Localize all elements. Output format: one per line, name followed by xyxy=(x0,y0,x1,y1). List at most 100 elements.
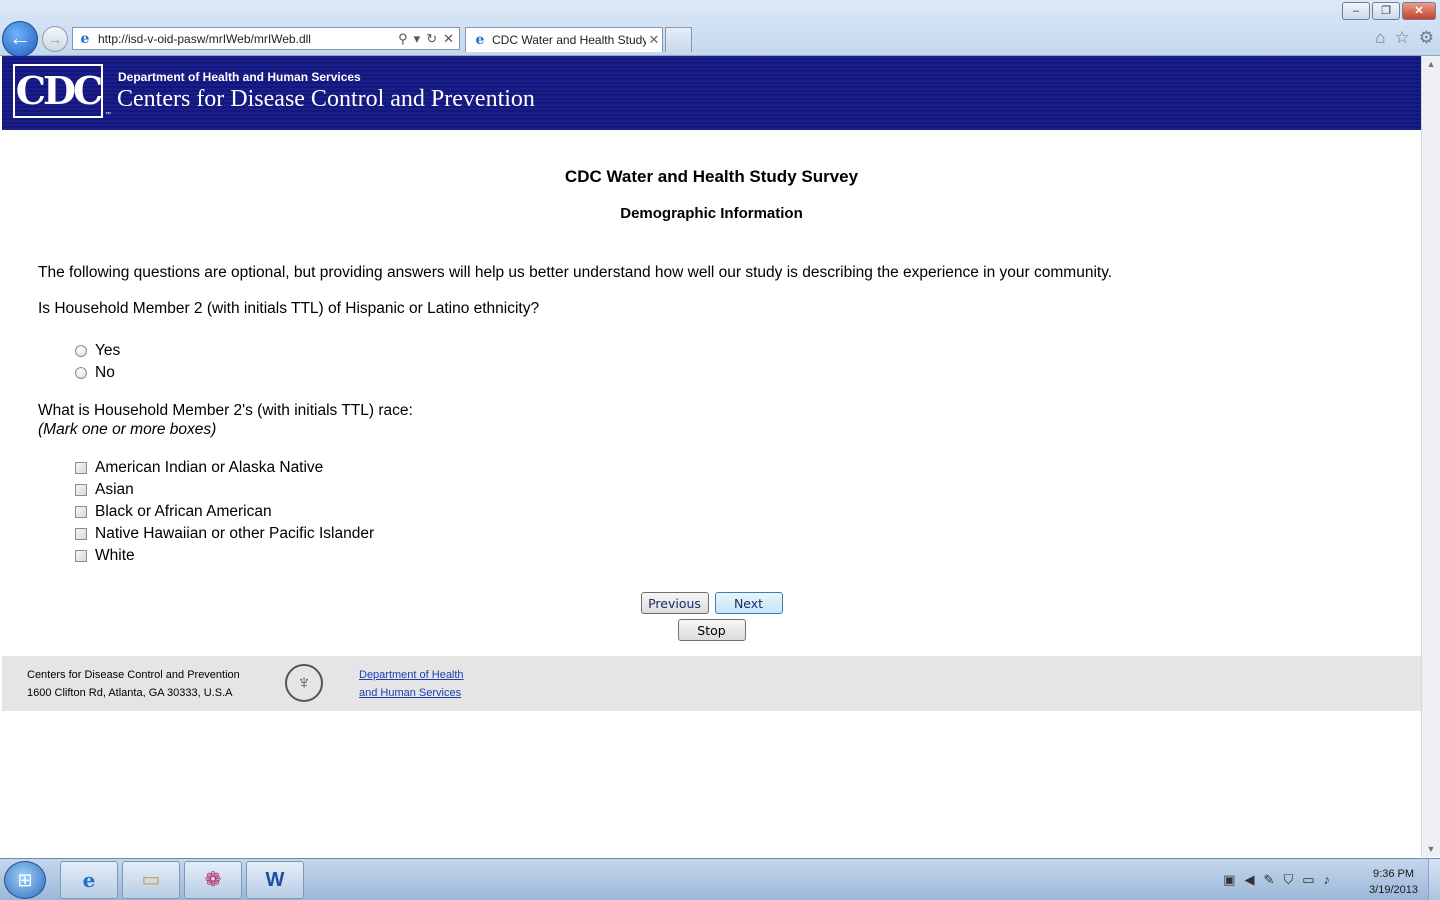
prev-next-row: Previous Next xyxy=(2,592,1421,614)
taskbar-word[interactable]: W xyxy=(246,861,304,899)
option-no[interactable]: No xyxy=(75,362,1421,384)
clock[interactable]: 9:36 PM 3/19/2013 xyxy=(1369,866,1418,898)
browser-chrome: – ❐ ✕ ← → e http://isd-v-oid-pasw/mrIWeb… xyxy=(0,0,1440,57)
intro-text: The following questions are optional, bu… xyxy=(38,264,1113,281)
option-label: No xyxy=(95,364,115,381)
option-label: Asian xyxy=(95,481,134,498)
start-button[interactable]: ⊞ xyxy=(4,861,46,899)
app-icon: ❁ xyxy=(204,869,222,891)
dropdown-icon[interactable]: ▾ xyxy=(414,31,421,47)
page-footer: Centers for Disease Control and Preventi… xyxy=(2,656,1421,711)
ie-page-icon: e xyxy=(80,30,90,47)
gear-icon[interactable]: ⚙ xyxy=(1419,28,1434,48)
next-button[interactable]: Next xyxy=(714,592,783,614)
scroll-down-icon[interactable]: ▼ xyxy=(1422,841,1440,857)
stop-icon[interactable]: ✕ xyxy=(443,31,454,47)
option-label: Native Hawaiian or other Pacific Islande… xyxy=(95,525,375,542)
question-ethnicity: Is Household Member 2 (with initials TTL… xyxy=(38,300,540,317)
page-viewport: CDC ™ Department of Health and Human Ser… xyxy=(2,56,1421,857)
taskbar: ⊞ e ▭ ❁ W ▣ ◀ ✎ ⛉ ▭ ♪ 9:36 PM 3/19/2013 xyxy=(0,858,1440,900)
scroll-up-icon[interactable]: ▲ xyxy=(1422,56,1440,72)
ie-icon: e xyxy=(82,868,96,892)
ie-tab-icon: e xyxy=(475,32,485,48)
show-desktop-button[interactable] xyxy=(1428,859,1440,900)
option-yes[interactable]: Yes xyxy=(75,340,1421,362)
checkbox-american-indian[interactable] xyxy=(75,462,87,474)
option-label: American Indian or Alaska Native xyxy=(95,459,324,476)
close-tab-icon[interactable]: ✕ xyxy=(646,32,662,48)
close-window-button[interactable]: ✕ xyxy=(1402,2,1436,20)
dept-name: Department of Health and Human Services xyxy=(118,70,361,84)
radio-no[interactable] xyxy=(75,367,87,379)
cdc-banner: CDC ™ Department of Health and Human Ser… xyxy=(2,56,1421,130)
option-american-indian[interactable]: American Indian or Alaska Native xyxy=(75,457,1421,479)
clock-date: 3/19/2013 xyxy=(1369,884,1418,896)
hhs-eagle-icon: ♆ xyxy=(285,664,323,702)
window-controls: – ❐ ✕ xyxy=(1340,2,1436,20)
browser-toolbar-icons: ⌂ ☆ ⚙ xyxy=(1375,28,1434,48)
org-name: Centers for Disease Control and Preventi… xyxy=(117,86,535,112)
taskbar-ie[interactable]: e xyxy=(60,861,118,899)
favorites-star-icon[interactable]: ☆ xyxy=(1395,28,1410,48)
survey-header: CDC Water and Health Study Survey Demogr… xyxy=(2,167,1421,222)
minimize-button[interactable]: – xyxy=(1342,2,1370,20)
folder-icon: ▭ xyxy=(141,869,161,891)
question-race: What is Household Member 2's (with initi… xyxy=(38,401,1421,439)
monitor-icon[interactable]: ▭ xyxy=(1302,872,1314,888)
home-icon[interactable]: ⌂ xyxy=(1375,28,1385,48)
option-label: Yes xyxy=(95,342,121,359)
arrow-right-icon: → xyxy=(48,31,62,47)
address-bar[interactable]: e http://isd-v-oid-pasw/mrIWeb/mrIWeb.dl… xyxy=(72,27,460,50)
radio-yes[interactable] xyxy=(75,345,87,357)
word-icon: W xyxy=(265,869,285,891)
hhs-link-line2[interactable]: and Human Services xyxy=(359,687,461,699)
option-native-hawaiian[interactable]: Native Hawaiian or other Pacific Islande… xyxy=(75,523,1421,545)
speaker-alert-icon[interactable]: ◀ xyxy=(1245,872,1255,888)
section-title: Demographic Information xyxy=(620,205,803,222)
address-tools: ⚲ ▾ ↻ ✕ xyxy=(398,31,459,47)
previous-button[interactable]: Previous xyxy=(640,592,709,614)
taskbar-explorer[interactable]: ▭ xyxy=(122,861,180,899)
tool-icon[interactable]: ✎ xyxy=(1264,872,1275,888)
cdc-logo: CDC xyxy=(13,64,103,118)
race-question-text: What is Household Member 2's (with initi… xyxy=(38,402,413,419)
arrow-left-icon: ← xyxy=(9,25,31,50)
checkbox-native-hawaiian[interactable] xyxy=(75,528,87,540)
address-url[interactable]: http://isd-v-oid-pasw/mrIWeb/mrIWeb.dll xyxy=(98,32,398,46)
race-options: American Indian or Alaska Native Asian B… xyxy=(38,457,1421,567)
nav-buttons: Previous Next Stop xyxy=(2,592,1421,641)
back-button[interactable]: ← xyxy=(2,21,38,57)
search-icon[interactable]: ⚲ xyxy=(398,31,408,47)
tab-title: CDC Water and Health Study xyxy=(492,33,646,47)
checkbox-black[interactable] xyxy=(75,506,87,518)
option-asian[interactable]: Asian xyxy=(75,479,1421,501)
network-icon[interactable]: ▣ xyxy=(1223,872,1235,888)
taskbar-app[interactable]: ❁ xyxy=(184,861,242,899)
browser-tab[interactable]: e CDC Water and Health Study ✕ xyxy=(465,27,663,52)
footer-org: Centers for Disease Control and Preventi… xyxy=(27,669,240,681)
stop-button[interactable]: Stop xyxy=(677,619,746,641)
clock-time: 9:36 PM xyxy=(1373,868,1415,880)
ethnicity-options: Yes No xyxy=(38,340,1421,384)
shield-icon[interactable]: ⛉ xyxy=(1283,872,1293,888)
race-hint: (Mark one or more boxes) xyxy=(38,421,217,438)
vertical-scrollbar[interactable]: ▲ ▼ xyxy=(1421,56,1440,857)
volume-icon[interactable]: ♪ xyxy=(1324,872,1331,888)
footer-address: 1600 Clifton Rd, Atlanta, GA 30333, U.S.… xyxy=(27,687,233,699)
option-white[interactable]: White xyxy=(75,545,1421,567)
checkbox-asian[interactable] xyxy=(75,484,87,496)
windows-logo-icon: ⊞ xyxy=(17,870,33,890)
checkbox-white[interactable] xyxy=(75,550,87,562)
trademark-mark: ™ xyxy=(105,112,111,118)
survey-title: CDC Water and Health Study Survey xyxy=(564,167,859,186)
option-label: Black or African American xyxy=(95,503,272,520)
forward-button[interactable]: → xyxy=(42,26,68,52)
survey-content: The following questions are optional, bu… xyxy=(2,264,1421,567)
restore-button[interactable]: ❐ xyxy=(1372,2,1400,20)
refresh-icon[interactable]: ↻ xyxy=(426,31,437,47)
new-tab-button[interactable] xyxy=(665,27,692,52)
option-label: White xyxy=(95,547,135,564)
option-black[interactable]: Black or African American xyxy=(75,501,1421,523)
hhs-link[interactable]: Department of Health xyxy=(359,669,464,681)
system-tray: ▣ ◀ ✎ ⛉ ▭ ♪ xyxy=(1223,872,1330,888)
